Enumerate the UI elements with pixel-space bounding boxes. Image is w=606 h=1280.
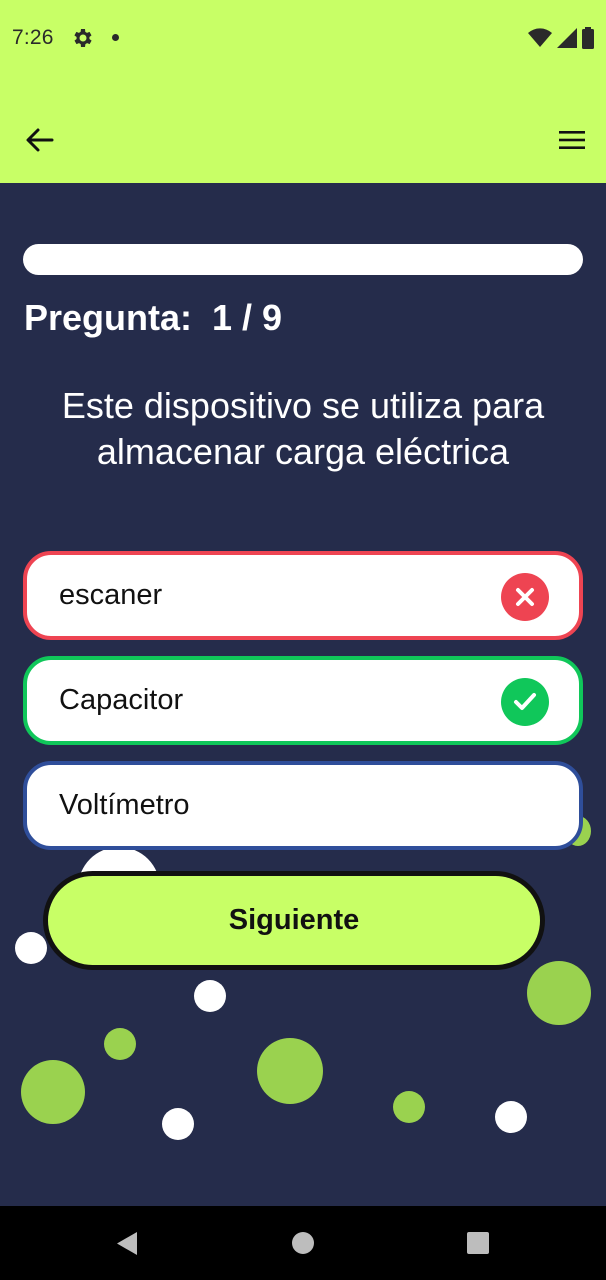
system-navigation-bar xyxy=(0,1206,606,1280)
decorative-bubble xyxy=(21,1060,85,1124)
question-counter: Pregunta: 1 / 9 xyxy=(24,297,282,339)
question-label: Pregunta: xyxy=(24,297,193,338)
decorative-bubble xyxy=(257,1038,323,1104)
app-bar xyxy=(0,78,606,183)
answer-option-capacitor[interactable]: Capacitor xyxy=(23,656,583,745)
next-button[interactable]: Siguiente xyxy=(43,871,545,970)
answer-option-label: Capacitor xyxy=(59,684,184,716)
decorative-bubble xyxy=(162,1108,194,1140)
status-time: 7:26 xyxy=(12,26,54,49)
nav-back-icon[interactable] xyxy=(115,1231,140,1256)
progress-fill xyxy=(23,244,583,275)
answer-option-label: Voltímetro xyxy=(59,789,190,821)
answer-option-label: escaner xyxy=(59,579,163,611)
question-number: 1 / 9 xyxy=(212,297,283,338)
battery-icon xyxy=(582,27,594,54)
notification-dot-icon xyxy=(112,34,119,41)
back-arrow-icon[interactable] xyxy=(22,124,58,156)
decorative-bubble xyxy=(15,932,47,964)
settings-gear-icon xyxy=(70,26,94,50)
decorative-bubble xyxy=(104,1028,136,1060)
quiz-screen: Pregunta: 1 / 9 Este dispositivo se util… xyxy=(0,183,606,1206)
quiz-progress-bar xyxy=(23,244,583,275)
decorative-bubble xyxy=(393,1091,425,1123)
decorative-bubble xyxy=(194,980,226,1012)
nav-recent-icon[interactable] xyxy=(467,1232,489,1254)
check-circle-icon xyxy=(501,678,549,726)
nav-home-icon[interactable] xyxy=(292,1232,314,1254)
hamburger-menu-icon[interactable] xyxy=(556,126,588,154)
wifi-icon xyxy=(528,28,552,53)
signal-icon xyxy=(557,28,577,53)
question-text: Este dispositivo se utiliza para almacen… xyxy=(61,385,545,472)
status-bar: 7:26 xyxy=(0,0,606,78)
decorative-bubble xyxy=(495,1101,527,1133)
x-circle-icon xyxy=(501,573,549,621)
decorative-bubble xyxy=(527,961,591,1025)
status-icons xyxy=(528,27,594,54)
answer-option-escaner[interactable]: escaner xyxy=(23,551,583,640)
answer-option-voltimetro[interactable]: Voltímetro xyxy=(23,761,583,850)
